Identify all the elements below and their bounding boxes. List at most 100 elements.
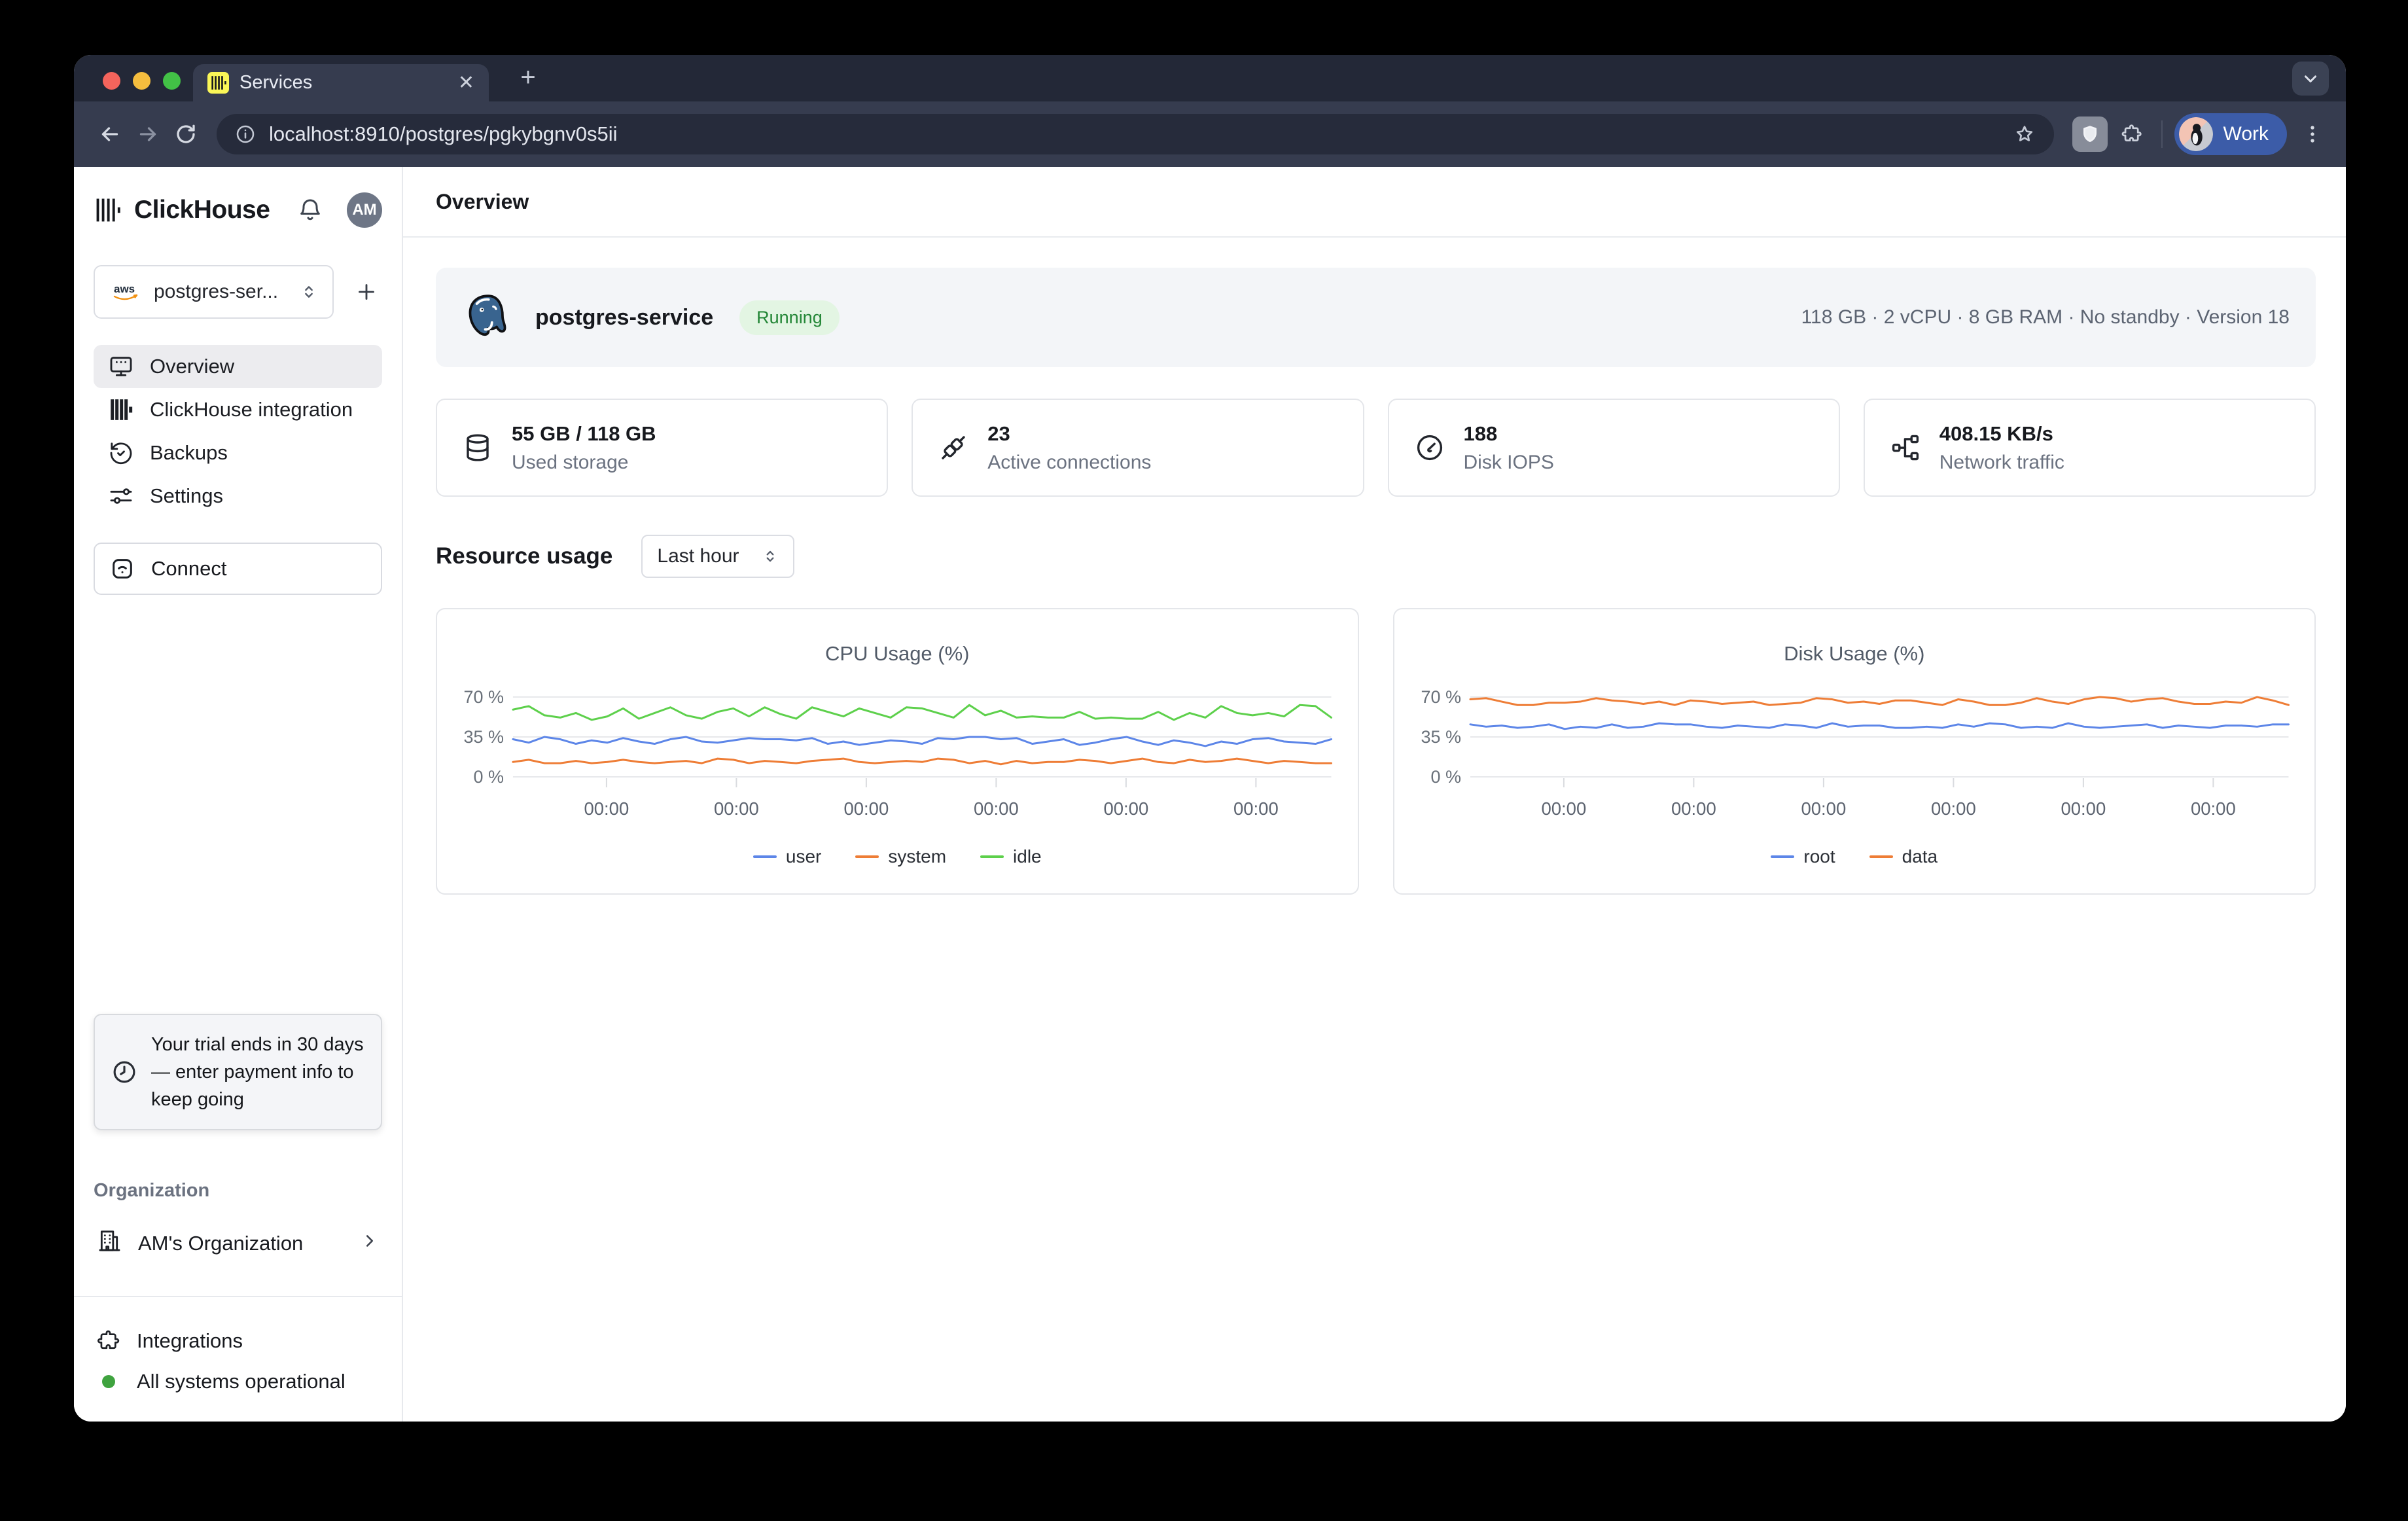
extensions-button[interactable] xyxy=(2114,116,2150,152)
browser-window: Services ✕ + localhost:8910/postgres/pgk… xyxy=(74,55,2346,1422)
connect-button[interactable]: Connect xyxy=(94,543,382,595)
svg-text:00:00: 00:00 xyxy=(844,798,889,819)
aws-logo-icon: aws xyxy=(109,281,143,303)
profile-name: Work xyxy=(2223,123,2269,145)
forward-button[interactable] xyxy=(129,115,167,153)
chart-plot: 0 %35 %70 %00:0000:0000:0000:0000:0000:0… xyxy=(1410,676,2299,827)
page-title: Overview xyxy=(436,190,529,214)
chart-legend: root data xyxy=(1410,846,2299,867)
maximize-window-button[interactable] xyxy=(163,72,181,90)
svg-text:35 %: 35 % xyxy=(1421,727,1461,747)
system-status-link[interactable]: All systems operational xyxy=(96,1361,380,1402)
legend-swatch xyxy=(1869,855,1893,858)
integrations-label: Integrations xyxy=(137,1329,243,1353)
legend-swatch xyxy=(753,855,777,858)
main-panel: Overview postgres-service xyxy=(403,167,2346,1422)
sidebar-item-label: Settings xyxy=(150,484,223,508)
service-selector[interactable]: aws postgres-ser... xyxy=(94,265,334,319)
stat-card-network-traffic: 408.15 KB/sNetwork traffic xyxy=(1864,399,2316,497)
new-tab-button[interactable]: + xyxy=(514,64,542,93)
sidebar-nav: Overview ClickHouse integration Backups Set… xyxy=(94,345,382,518)
network-icon xyxy=(1890,432,1921,463)
shield-icon xyxy=(2080,124,2100,145)
connect-label: Connect xyxy=(151,557,226,581)
clickhouse-bars-icon xyxy=(108,397,134,423)
stat-value: 408.15 KB/s xyxy=(1939,422,2064,446)
status-badge: Running xyxy=(739,300,840,335)
tab-close-icon[interactable]: ✕ xyxy=(458,73,474,93)
svg-text:0 %: 0 % xyxy=(473,767,504,787)
sidebar-item-overview[interactable]: Overview xyxy=(94,345,382,388)
legend-swatch xyxy=(855,855,879,858)
svg-text:00:00: 00:00 xyxy=(2191,798,2236,819)
close-window-button[interactable] xyxy=(103,72,120,90)
service-name: postgres-service xyxy=(535,305,713,331)
svg-text:00:00: 00:00 xyxy=(1801,798,1846,819)
sidebar-item-backups[interactable]: Backups xyxy=(94,431,382,474)
address-bar[interactable]: localhost:8910/postgres/pgkybgnv0s5ii xyxy=(217,114,2054,154)
add-service-button[interactable] xyxy=(351,276,382,308)
stat-label: Disk IOPS xyxy=(1464,452,1554,474)
password-manager-extension-button[interactable] xyxy=(2072,116,2108,152)
reload-button[interactable] xyxy=(167,115,205,153)
svg-text:00:00: 00:00 xyxy=(584,798,629,819)
sliders-icon xyxy=(108,483,134,509)
legend-item-data: data xyxy=(1869,846,1938,867)
chart-title: Disk Usage (%) xyxy=(1410,642,2299,666)
legend-swatch xyxy=(980,855,1004,858)
monitor-icon xyxy=(108,353,134,380)
integrations-link[interactable]: Integrations xyxy=(96,1321,380,1361)
notifications-button[interactable] xyxy=(297,197,323,223)
gauge-icon xyxy=(1414,432,1445,463)
brand-name: ClickHouse xyxy=(134,196,285,224)
svg-text:00:00: 00:00 xyxy=(1104,798,1149,819)
legend-item-system: system xyxy=(855,846,946,867)
puzzle-icon xyxy=(2121,123,2143,145)
site-info-icon[interactable] xyxy=(235,124,256,145)
stat-label: Active connections xyxy=(987,452,1151,474)
svg-text:00:00: 00:00 xyxy=(1233,798,1279,819)
svg-text:70 %: 70 % xyxy=(463,687,504,707)
url-text: localhost:8910/postgres/pgkybgnv0s5ii xyxy=(269,122,2000,146)
stat-card-used-storage: 55 GB / 118 GBUsed storage xyxy=(436,399,888,497)
chart-legend: usersystemidle xyxy=(453,846,1342,867)
resource-usage-heading: Resource usage xyxy=(436,543,612,569)
browser-toolbar: localhost:8910/postgres/pgkybgnv0s5ii xyxy=(74,101,2346,167)
stat-card-active-connections: 23Active connections xyxy=(912,399,1364,497)
legend-item-root: root xyxy=(1771,846,1835,867)
chevron-down-icon xyxy=(2301,69,2320,88)
chart-title: CPU Usage (%) xyxy=(453,642,1342,666)
puzzle-icon xyxy=(96,1329,121,1353)
chevron-updown-icon xyxy=(300,283,318,301)
chart-card-1: Disk Usage (%)0 %35 %70 %00:0000:0000:00… xyxy=(1393,608,2316,895)
profile-avatar xyxy=(2179,117,2213,151)
sidebar-item-label: Overview xyxy=(150,355,234,378)
legend-label: data xyxy=(1902,846,1938,867)
legend-label: user xyxy=(786,846,821,867)
organization-switcher[interactable]: AM's Organization xyxy=(94,1228,382,1259)
sidebar-item-label: Backups xyxy=(150,441,228,465)
clickhouse-favicon-icon xyxy=(207,72,229,94)
database-icon xyxy=(462,432,493,463)
bookmark-star-icon[interactable] xyxy=(2013,123,2036,145)
backup-history-icon xyxy=(108,440,134,466)
plus-icon xyxy=(355,280,378,304)
sidebar-item-clickhouse-integration[interactable]: ClickHouse integration xyxy=(94,388,382,431)
tab-search-chevron-button[interactable] xyxy=(2292,62,2329,96)
svg-text:70 %: 70 % xyxy=(1421,687,1461,707)
bell-icon xyxy=(297,197,323,223)
connect-icon xyxy=(109,556,135,582)
sidebar-item-settings[interactable]: Settings xyxy=(94,474,382,518)
page-header: Overview xyxy=(403,167,2346,238)
minimize-window-button[interactable] xyxy=(133,72,150,90)
browser-profile-button[interactable]: Work xyxy=(2174,113,2287,155)
window-controls xyxy=(103,72,181,90)
time-range-select[interactable]: Last hour xyxy=(641,535,794,578)
back-button[interactable] xyxy=(91,115,129,153)
legend-label: root xyxy=(1803,846,1835,867)
tab-services[interactable]: Services ✕ xyxy=(193,64,489,101)
browser-menu-button[interactable] xyxy=(2296,116,2329,152)
service-summary-card: postgres-service Running 118 GB · 2 vCPU… xyxy=(436,268,2316,367)
user-avatar[interactable]: AM xyxy=(347,192,382,228)
chevron-right-icon xyxy=(360,1231,380,1256)
